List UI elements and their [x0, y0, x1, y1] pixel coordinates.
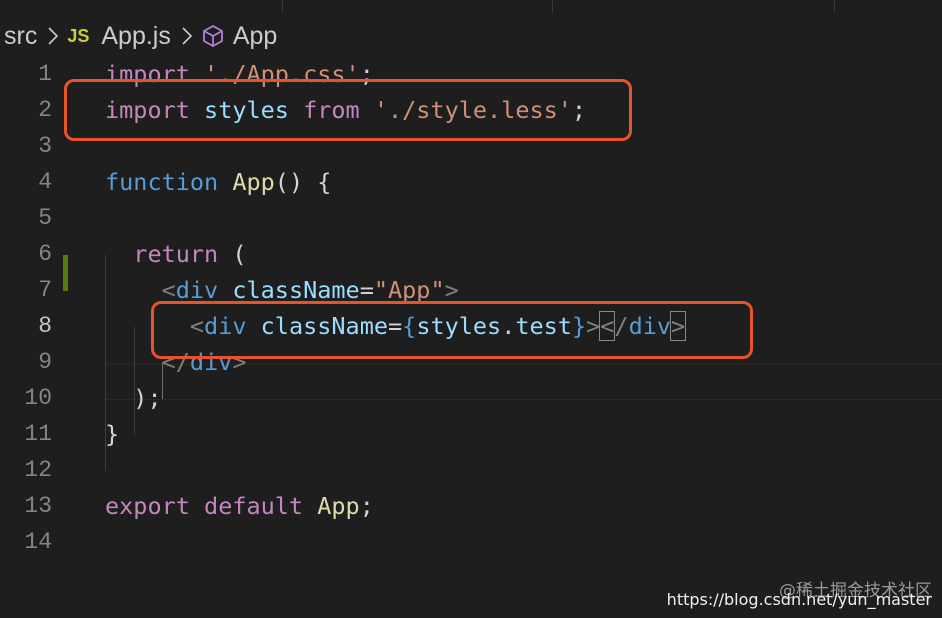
- line-number: 6: [38, 241, 52, 267]
- watermark-url: https://blog.csdn.net/yun_master: [666, 590, 932, 609]
- line-number: 5: [38, 205, 52, 231]
- code-token: App: [317, 492, 360, 520]
- code-token: <: [161, 276, 176, 304]
- breadcrumb: src JS App.js App: [0, 18, 942, 54]
- chevron-right-icon: [47, 26, 59, 46]
- code-text: return (: [105, 236, 246, 272]
- line-number: 1: [38, 61, 52, 87]
- line-number: 3: [38, 133, 52, 159]
- code-token: function: [105, 168, 219, 196]
- code-token: =: [359, 276, 374, 304]
- code-line[interactable]: 14: [0, 524, 942, 560]
- code-token: "App": [373, 276, 445, 304]
- code-text: export default App;: [105, 488, 374, 524]
- code-text: );: [105, 380, 162, 416]
- editor-tab-strip: [0, 0, 942, 12]
- tab-segment[interactable]: [282, 0, 553, 12]
- code-line[interactable]: 10 );: [0, 380, 942, 416]
- code-line[interactable]: 12: [0, 452, 942, 488]
- tab-segment[interactable]: [0, 0, 283, 12]
- code-token: App: [232, 168, 275, 196]
- code-token: (: [218, 240, 247, 268]
- highlight-box-classname: [151, 301, 753, 359]
- code-line[interactable]: 11}: [0, 416, 942, 452]
- code-token: export: [105, 492, 190, 520]
- line-number: 13: [24, 493, 52, 519]
- symbol-cube-icon: [201, 24, 225, 48]
- code-line[interactable]: 5: [0, 200, 942, 236]
- code-token: className: [232, 276, 360, 304]
- breadcrumb-symbol[interactable]: App: [233, 22, 277, 51]
- breadcrumb-file[interactable]: App.js: [101, 22, 170, 51]
- code-line[interactable]: 6 return (: [0, 236, 942, 272]
- line-number: 12: [24, 457, 52, 483]
- javascript-file-icon: JS: [67, 25, 90, 46]
- tab-segment[interactable]: [552, 0, 835, 12]
- code-token: () {: [274, 168, 332, 196]
- line-number: 9: [38, 349, 52, 375]
- code-token: >: [444, 276, 459, 304]
- code-token: ;: [359, 492, 374, 520]
- code-token: }: [105, 420, 120, 448]
- line-number: 11: [24, 421, 52, 447]
- code-line[interactable]: 4 function App() {: [0, 164, 942, 200]
- line-number: 10: [24, 385, 52, 411]
- line-number: 14: [24, 529, 52, 555]
- code-text: }: [105, 416, 119, 452]
- code-token: );: [133, 384, 162, 412]
- chevron-right-icon: [181, 26, 193, 46]
- code-token: default: [204, 492, 304, 520]
- breadcrumb-folder[interactable]: src: [0, 22, 37, 51]
- code-token: return: [133, 240, 219, 268]
- highlight-box-import-styles: [64, 79, 632, 141]
- line-number: 2: [38, 97, 52, 123]
- code-text: function App() {: [105, 164, 331, 200]
- line-number: 7: [38, 277, 52, 303]
- line-number: 8: [38, 313, 52, 339]
- line-number: 4: [38, 169, 52, 195]
- code-line[interactable]: 13 export default App;: [0, 488, 942, 524]
- code-token: div: [175, 276, 219, 304]
